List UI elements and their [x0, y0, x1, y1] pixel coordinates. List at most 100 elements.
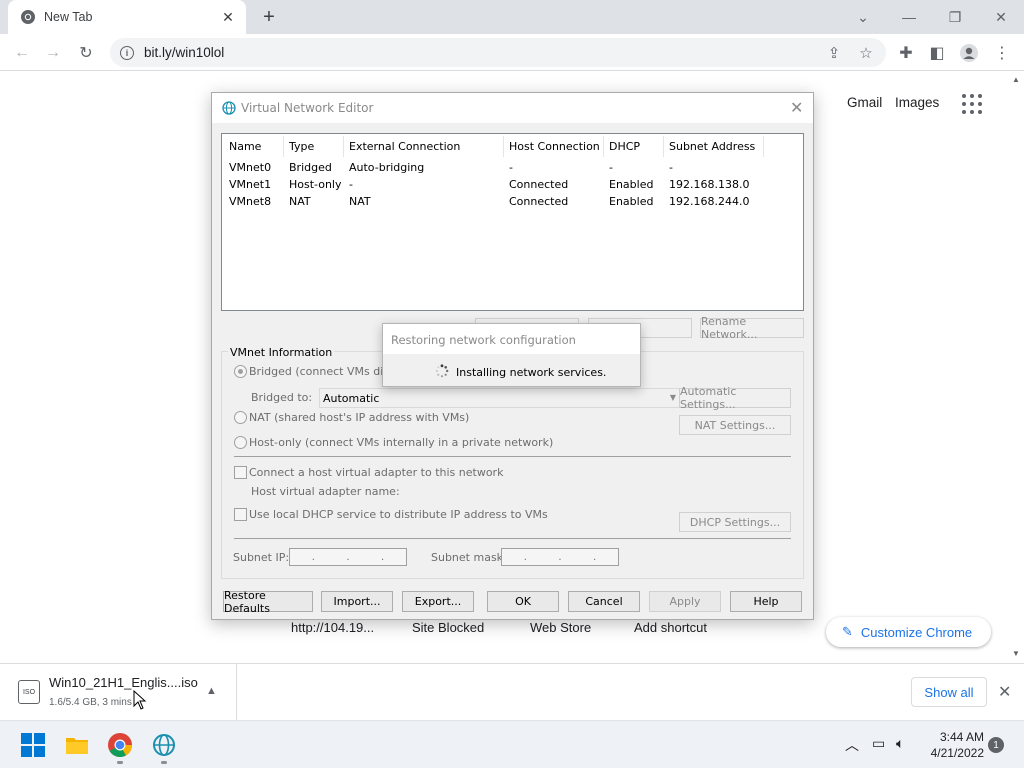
shortcut-tile[interactable]: Site Blocked — [412, 620, 484, 635]
system-clock[interactable]: 3:44 AM 4/21/2022 — [924, 729, 984, 761]
gmail-link[interactable]: Gmail — [847, 95, 882, 110]
column-header[interactable]: Host Connection — [509, 140, 600, 153]
download-filename: Win10_21H1_Englis....iso — [49, 675, 198, 690]
automatic-settings-button[interactable]: Automatic Settings... — [679, 385, 791, 411]
vmware-network-taskbar-icon[interactable] — [151, 732, 177, 758]
group-label: VMnet Information — [228, 346, 335, 359]
tab-new-tab[interactable]: New Tab ✕ — [8, 0, 246, 34]
host-only-radio[interactable] — [234, 436, 247, 449]
new-tab-button[interactable]: + — [258, 6, 280, 28]
network-list[interactable]: Name Type External Connection Host Conne… — [221, 133, 804, 311]
close-window-button[interactable]: ✕ — [978, 0, 1024, 34]
scroll-down-arrow-icon[interactable]: ▼ — [1012, 649, 1020, 658]
dialog-close-icon[interactable]: ✕ — [790, 98, 803, 117]
cell-type: NAT — [289, 195, 311, 208]
page-scrollbar[interactable]: ▲ ▼ — [1009, 71, 1024, 663]
column-header[interactable]: Subnet Address — [669, 140, 755, 153]
column-header[interactable]: External Connection — [349, 140, 460, 153]
divider — [234, 538, 791, 539]
windows-taskbar: ︿ ▭ 🔈︎ 3:44 AM 4/21/2022 1 — [0, 720, 1024, 768]
chrome-menu-icon[interactable]: ⋮ — [989, 40, 1015, 66]
windows-start-icon[interactable] — [20, 732, 46, 758]
bridged-radio-label: Bridged (connect VMs directly to the ext… — [249, 365, 394, 378]
chrome-taskbar-icon[interactable] — [107, 732, 133, 758]
chrome-icon — [21, 10, 35, 24]
nat-settings-button[interactable]: NAT Settings... — [679, 415, 791, 435]
dhcp-checkbox[interactable] — [234, 508, 247, 521]
dialog-title: Virtual Network Editor — [241, 101, 374, 115]
loading-spinner-icon — [435, 364, 449, 378]
column-header[interactable]: Type — [289, 140, 314, 153]
profile-avatar-icon[interactable] — [956, 40, 982, 66]
export-button[interactable]: Export... — [402, 591, 474, 612]
volume-icon[interactable]: 🔈︎ — [896, 735, 904, 752]
nat-radio-label: NAT (shared host's IP address with VMs) — [249, 411, 470, 424]
rename-network-button[interactable]: Rename Network... — [700, 315, 804, 341]
chevron-down-icon: ▼ — [669, 393, 676, 402]
table-row[interactable]: VMnet8 NAT NAT Connected Enabled 192.168… — [222, 194, 803, 211]
cell-type: Bridged — [289, 161, 332, 174]
bridged-to-select[interactable]: Automatic ▼ — [319, 388, 681, 408]
cell-dhcp: Enabled — [609, 195, 654, 208]
network-tray-icon[interactable]: ▭ — [872, 735, 885, 752]
customize-chrome-button[interactable]: ✎ Customize Chrome — [826, 617, 991, 647]
apply-button[interactable]: Apply — [649, 591, 721, 612]
cell-dhcp: Enabled — [609, 178, 654, 191]
subnet-mask-label: Subnet mask: — [431, 551, 507, 564]
help-button[interactable]: Help — [730, 591, 802, 612]
restoring-network-progress-dialog: Restoring network configuration Installi… — [382, 323, 641, 387]
cell-type: Host-only — [289, 178, 342, 191]
url-text: bit.ly/win10lol — [144, 45, 225, 60]
restore-button[interactable]: ❐ — [932, 0, 978, 34]
column-header[interactable]: Name — [229, 140, 261, 153]
iso-file-icon: ISO — [18, 680, 40, 704]
address-bar[interactable]: i bit.ly/win10lol ⇪ ☆ — [110, 38, 886, 67]
column-header[interactable]: DHCP — [609, 140, 640, 153]
shortcut-tile[interactable]: Web Store — [530, 620, 591, 635]
bridged-radio[interactable] — [234, 365, 247, 378]
mouse-cursor-icon — [133, 690, 147, 710]
restore-defaults-button[interactable]: Restore Defaults — [223, 589, 313, 615]
show-all-button[interactable]: Show all — [911, 677, 987, 707]
scroll-up-arrow-icon[interactable]: ▲ — [1012, 75, 1020, 84]
site-info-icon[interactable]: i — [120, 45, 134, 60]
file-explorer-icon[interactable] — [64, 732, 90, 758]
extensions-icon[interactable]: ✚ — [893, 40, 919, 66]
subnet-mask-input[interactable]: ... — [501, 548, 619, 566]
tab-search-icon[interactable]: ⌄ — [840, 0, 886, 34]
bookmark-star-icon[interactable]: ☆ — [855, 42, 877, 64]
dhcp-settings-button[interactable]: DHCP Settings... — [679, 512, 791, 532]
minimize-button[interactable]: — — [886, 0, 932, 34]
side-panel-icon[interactable]: ◧ — [924, 40, 950, 66]
customize-chrome-label: Customize Chrome — [860, 624, 973, 640]
divider — [234, 456, 791, 457]
cancel-button[interactable]: Cancel — [568, 591, 640, 612]
table-row[interactable]: VMnet0 Bridged Auto-bridging - - - — [222, 160, 803, 177]
chevron-up-icon[interactable]: ▲ — [206, 685, 217, 697]
share-icon[interactable]: ⇪ — [823, 42, 845, 64]
google-apps-icon[interactable] — [962, 94, 982, 114]
table-row[interactable]: VMnet1 Host-only - Connected Enabled 192… — [222, 177, 803, 194]
close-shelf-icon[interactable]: ✕ — [998, 682, 1011, 702]
nat-radio[interactable] — [234, 411, 247, 424]
import-button[interactable]: Import... — [321, 591, 393, 612]
bridged-to-value: Automatic — [323, 391, 380, 405]
shortcut-tile[interactable]: http://104.19... — [291, 620, 374, 635]
ok-button[interactable]: OK — [487, 591, 559, 612]
forward-button[interactable]: → — [40, 40, 66, 66]
notification-badge[interactable]: 1 — [988, 737, 1004, 753]
reload-button[interactable]: ↻ — [73, 40, 99, 66]
connect-adapter-checkbox[interactable] — [234, 466, 247, 479]
cell-subnet: 192.168.138.0 — [669, 178, 750, 191]
show-hidden-icons-chevron-icon[interactable]: ︿ — [845, 735, 859, 755]
download-item[interactable]: ISO Win10_21H1_Englis....iso 1.6/5.4 GB,… — [0, 664, 237, 721]
add-shortcut-tile[interactable]: Add shortcut — [634, 620, 707, 635]
back-button[interactable]: ← — [9, 40, 35, 66]
cell-external: Auto-bridging — [349, 161, 425, 174]
images-link[interactable]: Images — [895, 95, 939, 110]
tab-close-icon[interactable]: ✕ — [220, 9, 236, 25]
adapter-name-label: Host virtual adapter name: — [251, 485, 400, 498]
dialog-titlebar[interactable]: Virtual Network Editor ✕ — [212, 93, 813, 123]
dhcp-label: Use local DHCP service to distribute IP … — [249, 508, 548, 521]
subnet-ip-input[interactable]: ... — [289, 548, 407, 566]
